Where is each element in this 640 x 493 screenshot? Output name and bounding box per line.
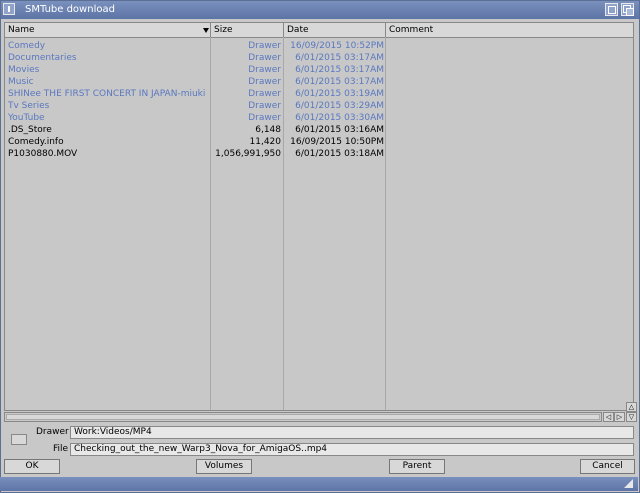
list-item[interactable]: Documentaries Drawer 6/01/2015 03:17AM	[5, 52, 633, 64]
parent-button[interactable]: Parent	[389, 459, 445, 474]
item-name: Tv Series	[8, 101, 50, 111]
column-header-name[interactable]: Name	[5, 23, 211, 37]
item-name: Comedy.info	[8, 137, 64, 147]
column-header-comment[interactable]: Comment	[386, 23, 633, 37]
zoom-icon[interactable]	[605, 3, 618, 16]
item-date: 6/01/2015 03:18AM	[295, 149, 384, 159]
item-name: .DS_Store	[8, 125, 52, 135]
item-name: SHINee THE FIRST CONCERT IN JAPAN-miuki	[8, 89, 206, 99]
cancel-button[interactable]: Cancel	[580, 459, 635, 474]
file-label: File	[53, 444, 69, 454]
list-item[interactable]: Music Drawer 6/01/2015 03:17AM	[5, 76, 633, 88]
window-title: SMTube download	[25, 4, 115, 15]
scroll-down-icon[interactable]: ▽	[626, 412, 637, 422]
item-size: Drawer	[248, 113, 281, 123]
file-list[interactable]: Name Size Date Comment Comedy Drawer 16/09…	[4, 22, 634, 411]
item-date: 6/01/2015 03:17AM	[295, 53, 384, 63]
list-item[interactable]: SHINee THE FIRST CONCERT IN JAPAN-miuki D…	[5, 88, 633, 100]
item-size: 11,420	[249, 137, 282, 147]
item-size: Drawer	[248, 65, 281, 75]
item-date: 6/01/2015 03:30AM	[295, 113, 384, 123]
item-size: 1,056,991,950	[215, 149, 281, 159]
drawer-value: Work:Videos/MP4	[74, 427, 152, 437]
file-preview-thumbnail	[11, 434, 27, 445]
item-date: 16/09/2015 10:50PM	[290, 137, 384, 147]
scroll-up-icon[interactable]: △	[626, 402, 637, 412]
list-item[interactable]: P1030880.MOV 1,056,991,950 6/01/2015 03:18…	[5, 148, 633, 160]
item-size: Drawer	[248, 89, 281, 99]
list-rows: Comedy Drawer 16/09/2015 10:52PM Documentar…	[5, 40, 633, 160]
item-size: 6,148	[255, 125, 281, 135]
drawer-field[interactable]: Work:Videos/MP4	[70, 426, 634, 439]
list-item[interactable]: Movies Drawer 6/01/2015 03:17AM	[5, 64, 633, 76]
item-name: Comedy	[8, 41, 46, 51]
list-item[interactable]: Tv Series Drawer 6/01/2015 03:29AM	[5, 100, 633, 112]
item-size: Drawer	[248, 77, 281, 87]
close-icon[interactable]	[3, 3, 15, 15]
item-date: 6/01/2015 03:17AM	[295, 77, 384, 87]
item-date: 6/01/2015 03:19AM	[295, 89, 384, 99]
item-name: Movies	[8, 65, 40, 75]
item-date: 6/01/2015 03:17AM	[295, 65, 384, 75]
scroll-right-icon[interactable]: ▷	[614, 412, 625, 422]
drawer-label: Drawer	[36, 427, 69, 437]
item-name: Music	[8, 77, 34, 87]
title-bar[interactable]: SMTube download	[1, 1, 639, 19]
item-size: Drawer	[248, 53, 281, 63]
item-size: Drawer	[248, 101, 281, 111]
ok-button[interactable]: OK	[4, 459, 60, 474]
list-item[interactable]: .DS_Store 6,148 6/01/2015 03:16AM	[5, 124, 633, 136]
item-name: YouTube	[8, 113, 45, 123]
depth-icon[interactable]	[621, 3, 634, 16]
file-value: Checking_out_the_new_Warp3_Nova_for_Amig…	[74, 444, 328, 454]
item-date: 6/01/2015 03:16AM	[295, 125, 384, 135]
list-item[interactable]: YouTube Drawer 6/01/2015 03:30AM	[5, 112, 633, 124]
resize-handle-icon[interactable]	[624, 479, 633, 488]
column-header-size[interactable]: Size	[211, 23, 284, 37]
item-name: Documentaries	[8, 53, 77, 63]
column-header-date[interactable]: Date	[284, 23, 386, 37]
list-header: Name Size Date Comment	[5, 23, 633, 38]
window-bottom-border	[0, 477, 638, 491]
list-item[interactable]: Comedy.info 11,420 16/09/2015 10:50PM	[5, 136, 633, 148]
scrollbar-knob[interactable]	[6, 414, 600, 420]
item-size: Drawer	[248, 41, 281, 51]
sort-descending-icon	[203, 28, 209, 33]
item-name: P1030880.MOV	[8, 149, 78, 159]
file-field[interactable]: Checking_out_the_new_Warp3_Nova_for_Amig…	[70, 443, 634, 456]
item-date: 16/09/2015 10:52PM	[290, 41, 384, 51]
volumes-button[interactable]: Volumes	[196, 459, 252, 474]
horizontal-scrollbar[interactable]	[4, 412, 602, 422]
scroll-left-icon[interactable]: ◁	[603, 412, 614, 422]
list-item[interactable]: Comedy Drawer 16/09/2015 10:52PM	[5, 40, 633, 52]
item-date: 6/01/2015 03:29AM	[295, 101, 384, 111]
